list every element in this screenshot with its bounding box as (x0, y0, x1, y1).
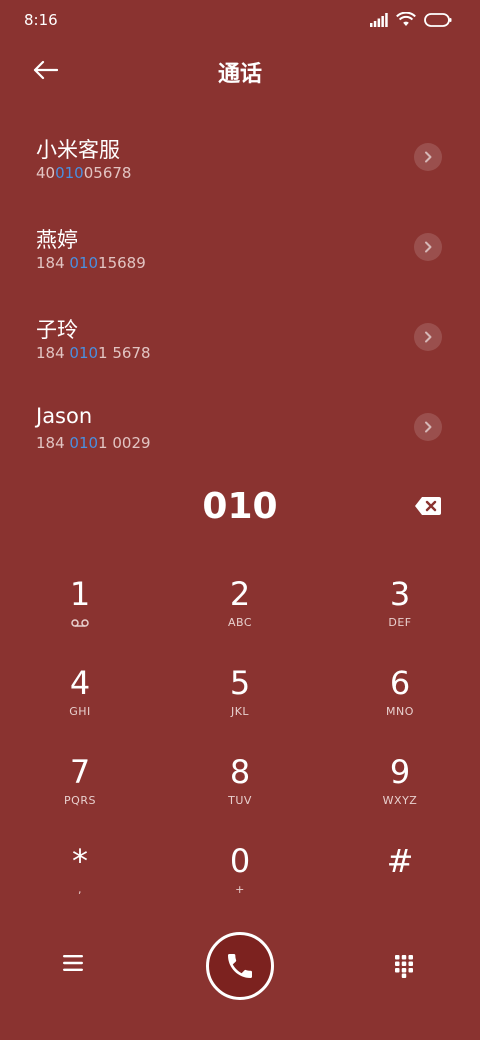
contact-detail-button[interactable] (414, 143, 442, 171)
key-4[interactable]: 4 GHI (0, 661, 160, 750)
key-letters: + (235, 883, 245, 896)
number-suffix: 1 0029 (98, 434, 151, 452)
call-button[interactable] (206, 932, 274, 1000)
number-prefix: 184 (36, 344, 70, 362)
contact-number: 4001005678 (36, 164, 131, 182)
number-suffix: 05678 (83, 164, 132, 182)
contact-detail-button[interactable] (414, 323, 442, 351)
key-digit: 4 (69, 664, 91, 702)
number-match: 010 (69, 254, 99, 272)
backspace-button[interactable] (414, 496, 442, 516)
key-hash[interactable]: # (320, 839, 480, 928)
key-digit: 8 (229, 753, 251, 791)
key-digit: 0 (229, 842, 251, 880)
contact-name: 小米客服 (36, 138, 120, 162)
key-6[interactable]: 6 MNO (320, 661, 480, 750)
key-digit: 2 (229, 575, 251, 613)
key-5[interactable]: 5 JKL (160, 661, 320, 750)
key-digit: * (72, 842, 88, 880)
key-9[interactable]: 9 WXYZ (320, 750, 480, 839)
key-letters: JKL (230, 705, 250, 718)
key-0[interactable]: 0 + (160, 839, 320, 928)
contact-name: 燕婷 (36, 228, 78, 252)
status-icons (370, 12, 452, 27)
key-digit: # (386, 842, 414, 880)
number-match: 010 (69, 434, 99, 452)
key-digit: 7 (69, 753, 91, 791)
contact-number: 184 0101 5678 (36, 344, 151, 362)
number-prefix: 40 (36, 164, 56, 182)
contact-item[interactable]: 子玲 184 0101 5678 (0, 292, 480, 382)
key-letters: , (78, 883, 82, 896)
contact-item[interactable]: 小米客服 4001005678 (0, 112, 480, 202)
key-letters: TUV (228, 794, 252, 807)
key-star[interactable]: * , (0, 839, 160, 928)
key-digit: 1 (69, 575, 91, 613)
contact-item[interactable]: Jason 184 0101 0029 (0, 382, 480, 472)
number-prefix: 184 (36, 254, 70, 272)
contact-number: 184 0101 0029 (36, 434, 151, 452)
number-match: 010 (55, 164, 84, 182)
key-digit: 5 (229, 664, 251, 702)
key-letters: WXYZ (382, 794, 418, 807)
key-2[interactable]: 2 ABC (160, 572, 320, 661)
menu-icon (63, 955, 83, 971)
contact-number: 184 01015689 (36, 254, 146, 272)
key-digit: 9 (389, 753, 411, 791)
voicemail-icon (0, 616, 160, 630)
dialed-number: 010 (202, 486, 278, 527)
signal-icon (370, 12, 388, 27)
number-suffix: 15689 (98, 254, 146, 272)
chevron-right-icon (425, 241, 432, 253)
page-title: 通话 (217, 62, 262, 87)
key-digit: 6 (389, 664, 411, 702)
battery-icon (424, 12, 452, 27)
chevron-right-icon (425, 151, 432, 163)
backspace-icon (415, 497, 441, 515)
number-match: 010 (69, 344, 99, 362)
menu-button[interactable] (62, 954, 86, 978)
phone-icon (228, 954, 252, 978)
header: 通话 (0, 48, 480, 92)
contact-detail-button[interactable] (414, 413, 442, 441)
key-letters: PQRS (64, 794, 96, 807)
bottom-action-bar (0, 930, 480, 1004)
chevron-right-icon (425, 421, 432, 433)
contact-name: Jason (36, 404, 93, 428)
key-7[interactable]: 7 PQRS (0, 750, 160, 839)
contact-detail-button[interactable] (414, 233, 442, 261)
keypad: 1 2 ABC 3 DEF 4 GHI 5 JKL 6 MNO 7 PQRS 8… (0, 572, 480, 928)
key-letters: ABC (227, 616, 253, 629)
key-letters: GHI (69, 705, 91, 718)
dial-display: 010 (0, 482, 480, 532)
contact-item[interactable]: 燕婷 184 01015689 (0, 202, 480, 292)
contact-name: 子玲 (36, 318, 78, 342)
key-digit: 3 (389, 575, 411, 613)
number-prefix: 184 (36, 434, 70, 452)
chevron-right-icon (425, 331, 432, 343)
status-time: 8:16 (24, 11, 58, 29)
key-1[interactable]: 1 (0, 572, 160, 661)
key-letters: MNO (386, 705, 414, 718)
wifi-icon (396, 12, 416, 26)
key-8[interactable]: 8 TUV (160, 750, 320, 839)
status-bar: 8:16 (0, 0, 480, 40)
keypad-toggle-button[interactable] (394, 954, 418, 978)
dialpad-icon (395, 955, 413, 978)
contact-suggestions: 小米客服 4001005678 燕婷 184 01015689 子玲 184 0… (0, 112, 480, 472)
number-suffix: 1 5678 (98, 344, 151, 362)
key-letters: DEF (388, 616, 412, 629)
key-3[interactable]: 3 DEF (320, 572, 480, 661)
